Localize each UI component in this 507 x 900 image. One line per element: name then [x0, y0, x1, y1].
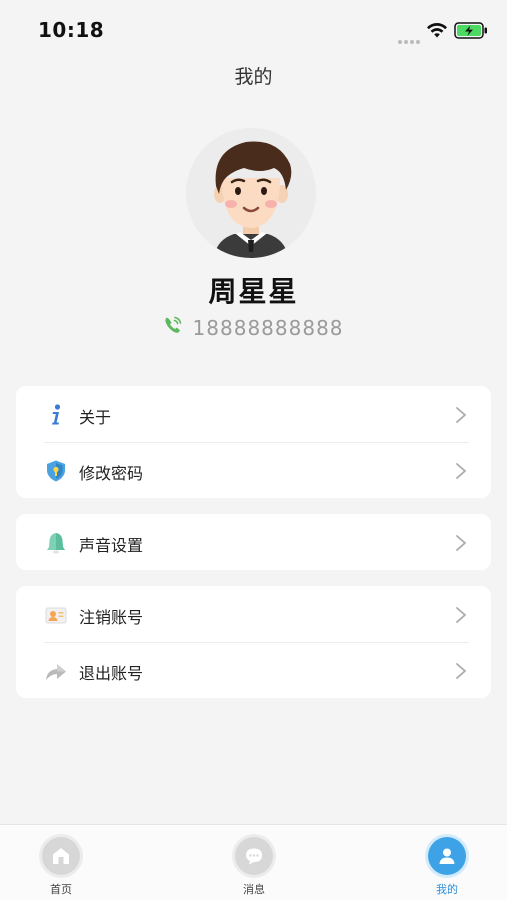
- cartoon-man-avatar-icon: [186, 128, 316, 258]
- battery-charging-icon: [454, 22, 487, 39]
- my-profile-screen: 10:18 我的 周星星 18888888888 关于 修改密码 声音设置 注销…: [0, 0, 507, 900]
- user-icon: [439, 848, 455, 864]
- tab-mine[interactable]: 我的: [407, 825, 487, 900]
- tab-label-messages: 消息: [243, 883, 265, 896]
- menu-item-logout[interactable]: 退出账号: [16, 642, 491, 698]
- avatar[interactable]: [186, 128, 316, 258]
- menu-card-sound: 声音设置: [16, 514, 491, 570]
- tab-label-mine: 我的: [436, 883, 458, 896]
- chat-icon: [246, 848, 262, 865]
- bell-icon: [47, 533, 65, 554]
- phone-call-icon: [165, 316, 182, 333]
- menu-card-account-actions: 注销账号 退出账号: [16, 586, 491, 698]
- chevron-right-icon: [456, 463, 466, 479]
- user-name: 周星星: [208, 275, 299, 308]
- signal-icon: [398, 29, 422, 44]
- tab-messages[interactable]: 消息: [214, 825, 294, 900]
- menu-item-about[interactable]: 关于: [16, 386, 491, 442]
- chevron-right-icon: [456, 663, 466, 679]
- chevron-right-icon: [456, 607, 466, 623]
- chevron-right-icon: [456, 407, 466, 423]
- page-title: 我的: [234, 66, 273, 88]
- menu-item-change-password[interactable]: 修改密码: [16, 442, 491, 498]
- menu-label-logout: 退出账号: [79, 664, 144, 683]
- exit-arrow-icon: [46, 664, 66, 680]
- bottom-tab-bar: 首页 消息 我的: [0, 824, 507, 900]
- phone-row: 18888888888: [0, 316, 507, 342]
- menu-label-change-password: 修改密码: [79, 464, 144, 483]
- tab-home[interactable]: 首页: [21, 825, 101, 900]
- home-icon: [53, 848, 69, 864]
- status-bar: 10:18: [0, 0, 507, 60]
- menu-label-about: 关于: [79, 408, 112, 427]
- shield-lock-icon: [47, 460, 65, 482]
- menu-label-deactivate-account: 注销账号: [79, 608, 144, 627]
- menu-item-sound-settings[interactable]: 声音设置: [16, 514, 491, 570]
- tab-label-home: 首页: [50, 883, 72, 896]
- id-card-icon: [45, 607, 67, 624]
- menu-card-account-info: 关于 修改密码: [16, 386, 491, 498]
- wifi-icon: [427, 22, 447, 38]
- info-icon: [52, 404, 61, 425]
- menu-item-deactivate-account[interactable]: 注销账号: [16, 586, 491, 642]
- phone-number: 18888888888: [192, 316, 344, 340]
- chevron-right-icon: [456, 535, 466, 551]
- status-time: 10:18: [38, 18, 105, 42]
- menu-label-sound-settings: 声音设置: [79, 536, 144, 555]
